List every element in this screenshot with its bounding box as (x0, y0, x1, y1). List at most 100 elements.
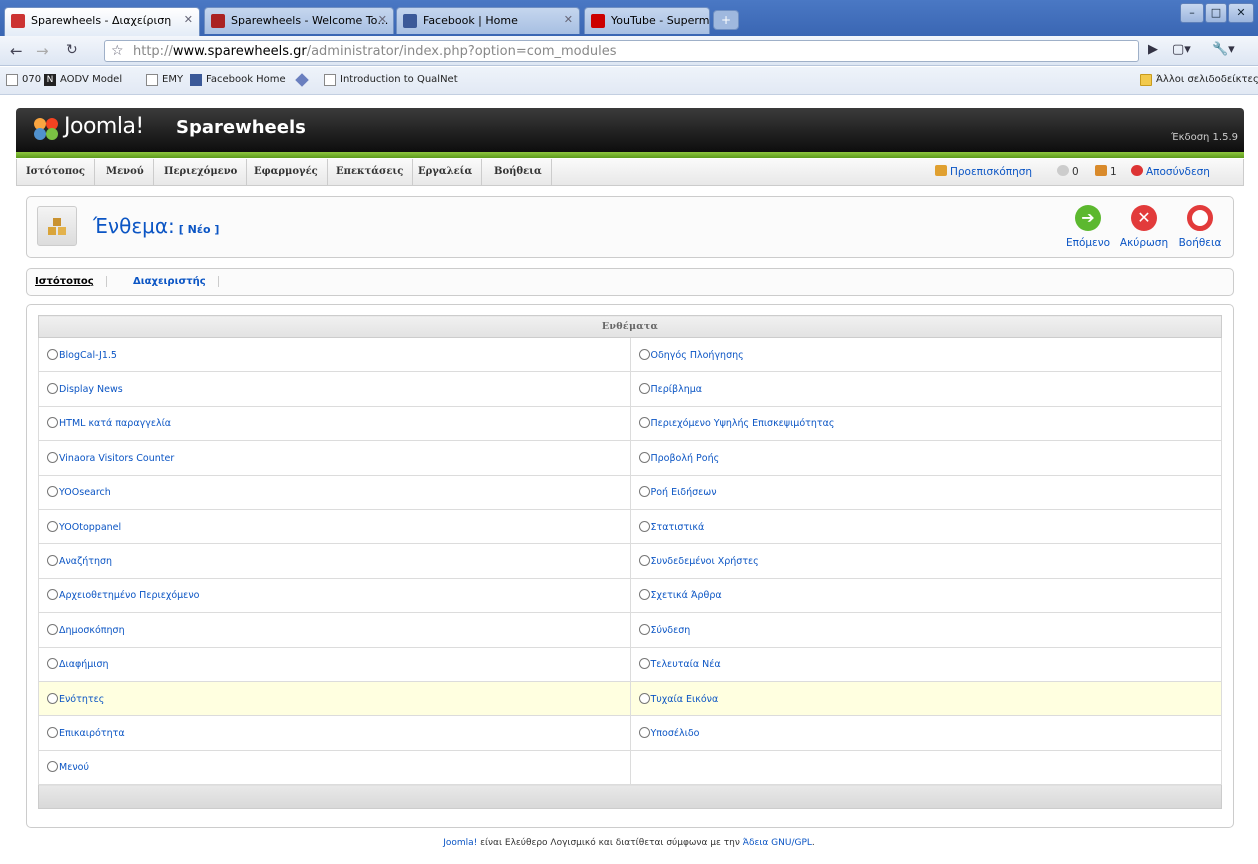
module-label[interactable]: Περίβλημα (651, 384, 703, 395)
radio-button[interactable] (638, 348, 650, 360)
radio-button[interactable] (638, 589, 650, 601)
module-option-left[interactable]: BlogCal-J1.5 (38, 336, 631, 373)
other-bookmarks[interactable]: Άλλοι σελιδοδείκτες (1140, 74, 1258, 86)
radio-button[interactable] (47, 451, 58, 463)
bookmark-star-icon[interactable]: ☆ (111, 43, 124, 59)
menu-content[interactable]: Περιεχόμενο (155, 159, 248, 185)
next-button[interactable]: ➔ Επόμενο (1061, 205, 1115, 249)
module-option-left[interactable]: Ενότητες (38, 680, 631, 717)
module-label[interactable]: HTML κατά παραγγελία (59, 418, 171, 429)
module-option-right[interactable]: Υποσέλιδο (629, 715, 1222, 751)
bookmark-facebook[interactable]: Facebook Home (190, 74, 286, 86)
module-option-right[interactable]: Οδηγός Πλοήγησης (629, 336, 1222, 373)
module-label[interactable]: Τυχαία Εικόνα (651, 694, 719, 705)
module-option-left[interactable]: Αρχειοθετημένο Περιεχόμενο (38, 577, 631, 614)
radio-button[interactable] (638, 486, 650, 498)
radio-button[interactable] (47, 726, 58, 738)
menu-help[interactable]: Βοήθεια (485, 159, 552, 185)
module-option-right[interactable]: Στατιστικά (629, 508, 1222, 545)
back-icon[interactable]: ← (10, 42, 23, 60)
radio-button[interactable] (638, 417, 650, 429)
module-label[interactable]: Προβολή Ροής (651, 453, 720, 464)
logout-link[interactable]: Αποσύνδεση (1131, 165, 1210, 178)
menu-menus[interactable]: Μενού (97, 159, 154, 185)
menu-site[interactable]: Ιστότοπος (17, 159, 95, 185)
bookmark-070[interactable]: 070 (6, 74, 41, 86)
module-label[interactable]: Περιεχόμενο Υψηλής Επισκεψιμότητας (651, 418, 835, 429)
new-tab-button[interactable]: + (713, 10, 739, 30)
radio-button[interactable] (638, 658, 650, 670)
module-option-left[interactable]: Display News (38, 371, 631, 407)
module-label[interactable]: Αρχειοθετημένο Περιεχόμενο (59, 590, 199, 601)
module-option-left[interactable]: YOOtoppanel (38, 508, 631, 545)
radio-button[interactable] (47, 623, 58, 635)
module-label[interactable]: Επικαιρότητα (59, 728, 125, 739)
radio-button[interactable] (47, 555, 58, 567)
menu-components[interactable]: Εφαρμογές (245, 159, 328, 185)
close-tab-icon[interactable]: ✕ (184, 13, 193, 26)
module-option-left[interactable]: HTML κατά παραγγελία (38, 405, 631, 442)
module-option-right[interactable]: Τελευταία Νέα (629, 646, 1222, 682)
module-label[interactable]: YOOsearch (59, 487, 111, 498)
module-label[interactable]: Συνδεδεμένοι Χρήστες (651, 556, 759, 567)
module-label[interactable]: Vinaora Visitors Counter (59, 453, 174, 464)
radio-button[interactable] (47, 692, 58, 704)
go-icon[interactable]: ▶ (1148, 42, 1158, 57)
tab-administrator[interactable]: Διαχειριστής (133, 276, 219, 287)
module-option-right[interactable]: Συνδεδεμένοι Χρήστες (629, 543, 1222, 579)
close-window-icon[interactable]: ✕ (1228, 3, 1254, 23)
module-option-right[interactable]: Σύνδεση (629, 612, 1222, 648)
module-label[interactable]: Αναζήτηση (59, 556, 112, 567)
module-label[interactable]: Μενού (59, 762, 89, 773)
radio-button[interactable] (47, 417, 58, 429)
menu-extensions[interactable]: Επεκτάσεις (327, 159, 414, 185)
module-label[interactable]: Σχετικά Άρθρα (651, 590, 722, 601)
module-option-left[interactable]: Αναζήτηση (38, 543, 631, 579)
module-label[interactable]: Display News (59, 384, 123, 395)
wrench-menu-icon[interactable]: 🔧▾ (1212, 42, 1235, 57)
close-tab-icon[interactable]: ✕ (378, 13, 387, 26)
module-label[interactable]: Δημοσκόπηση (59, 625, 125, 636)
module-label[interactable]: BlogCal-J1.5 (59, 350, 117, 361)
module-option-right[interactable]: Προβολή Ροής (629, 440, 1222, 476)
tab-site[interactable]: Ιστότοπος (35, 276, 107, 287)
radio-button[interactable] (638, 623, 650, 635)
users-count[interactable]: 1 (1095, 165, 1117, 178)
module-label[interactable]: Σύνδεση (651, 625, 691, 636)
module-option-right[interactable]: Περίβλημα (629, 371, 1222, 407)
close-tab-icon[interactable]: ✕ (564, 13, 573, 26)
radio-button[interactable] (47, 658, 58, 670)
module-label[interactable]: Τελευταία Νέα (651, 659, 721, 670)
browser-tab-welcome[interactable]: Sparewheels - Welcome To… ✕ (204, 7, 394, 34)
module-label[interactable]: Ροή Ειδήσεων (651, 487, 717, 498)
radio-button[interactable] (638, 520, 650, 532)
license-link[interactable]: Άδεια GNU/GPL (743, 838, 812, 848)
module-label[interactable]: Διαφήμιση (59, 659, 109, 670)
cancel-button[interactable]: ✕ Ακύρωση (1117, 205, 1171, 249)
maximize-icon[interactable]: □ (1205, 3, 1227, 23)
module-label[interactable]: YOOtoppanel (59, 522, 121, 533)
module-label[interactable]: Οδηγός Πλοήγησης (651, 350, 744, 361)
module-option-left[interactable]: Διαφήμιση (38, 646, 631, 682)
radio-button[interactable] (47, 589, 58, 601)
bookmark-qualnet[interactable]: Introduction to QualNet (324, 74, 458, 86)
radio-button[interactable] (638, 451, 650, 463)
radio-button[interactable] (638, 383, 650, 395)
address-bar[interactable]: ☆ http://www.sparewheels.gr/administrato… (104, 40, 1139, 62)
module-label[interactable]: Ενότητες (59, 694, 104, 705)
module-option-left[interactable]: Μενού (38, 749, 631, 786)
module-option-left[interactable]: Vinaora Visitors Counter (38, 440, 631, 476)
module-label[interactable]: Υποσέλιδο (651, 728, 700, 739)
radio-button[interactable] (47, 383, 58, 395)
module-option-left[interactable]: YOOsearch (38, 474, 631, 510)
minimize-icon[interactable]: – (1180, 3, 1204, 23)
menu-tools[interactable]: Εργαλεία (409, 159, 483, 185)
module-option-right[interactable]: Τυχαία Εικόνα (629, 680, 1222, 717)
radio-button[interactable] (638, 726, 650, 738)
module-option-left[interactable]: Δημοσκόπηση (38, 612, 631, 648)
bookmark-aodv[interactable]: N AODV Model (44, 74, 122, 86)
radio-button[interactable] (638, 555, 650, 567)
joomla-link[interactable]: Joomla! (443, 838, 477, 848)
browser-tab-facebook[interactable]: Facebook | Home ✕ (396, 7, 580, 34)
module-option-right[interactable]: Περιεχόμενο Υψηλής Επισκεψιμότητας (629, 405, 1222, 442)
